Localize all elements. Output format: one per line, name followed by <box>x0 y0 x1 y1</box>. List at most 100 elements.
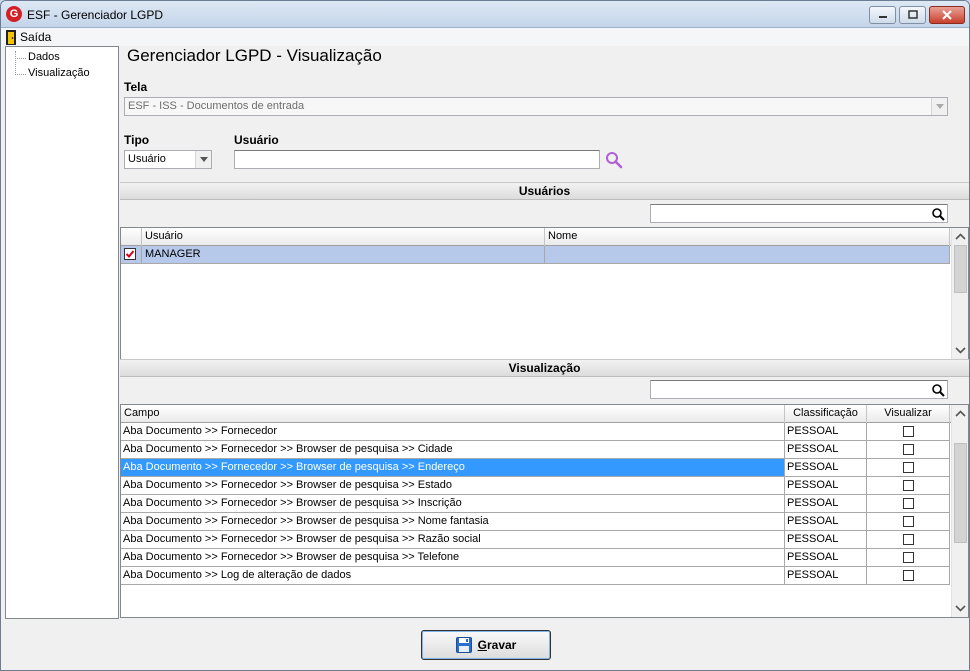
table-row[interactable]: Aba Documento >> Fornecedor PESSOAL <box>121 423 950 441</box>
visualizacao-section-header: Visualização <box>120 359 969 377</box>
usuario-label: Usuário <box>234 133 279 147</box>
checkbox-checked-icon <box>124 248 136 260</box>
checkbox-icon[interactable] <box>903 552 914 563</box>
checkbox-icon[interactable] <box>903 516 914 527</box>
cell-campo: Aba Documento >> Fornecedor >> Browser d… <box>121 495 785 512</box>
cell-classificacao: PESSOAL <box>785 423 867 440</box>
checkbox-icon[interactable] <box>903 498 914 509</box>
cell-campo: Aba Documento >> Fornecedor >> Browser d… <box>121 531 785 548</box>
cell-classificacao: PESSOAL <box>785 495 867 512</box>
table-row[interactable]: MANAGER <box>121 246 950 264</box>
checkbox-icon[interactable] <box>903 480 914 491</box>
cell-visualizar[interactable] <box>867 477 950 494</box>
cell-visualizar[interactable] <box>867 495 950 512</box>
exit-door-icon <box>6 29 16 45</box>
table-row[interactable]: Aba Documento >> Fornecedor >> Browser d… <box>121 531 950 549</box>
cell-classificacao: PESSOAL <box>785 513 867 530</box>
cell-classificacao: PESSOAL <box>785 549 867 566</box>
usuarios-grid: Usuário Nome MANAGER <box>120 227 969 360</box>
title-bar[interactable]: G ESF - Gerenciador LGPD <box>1 1 969 28</box>
cell-campo: Aba Documento >> Fornecedor >> Browser d… <box>121 549 785 566</box>
scroll-down-icon <box>955 347 966 354</box>
tela-select[interactable]: ESF - ISS - Documentos de entrada <box>124 97 948 116</box>
floppy-disk-icon <box>455 637 472 653</box>
table-row[interactable]: Aba Documento >> Log de alteração de dad… <box>121 567 950 585</box>
cell-campo: Aba Documento >> Fornecedor >> Browser d… <box>121 441 785 458</box>
menu-bar: Saída <box>1 28 969 46</box>
restore-icon <box>907 10 918 19</box>
tree-item-dados[interactable]: Dados <box>28 51 60 63</box>
cell-classificacao: PESSOAL <box>785 567 867 584</box>
cell-usuario: MANAGER <box>142 246 545 263</box>
table-row[interactable]: Aba Documento >> Fornecedor >> Browser d… <box>121 495 950 513</box>
menu-exit-label: Saída <box>20 30 52 44</box>
cell-visualizar[interactable] <box>867 441 950 458</box>
cell-classificacao: PESSOAL <box>785 459 867 476</box>
window-title: ESF - Gerenciador LGPD <box>27 8 164 22</box>
usuario-search-button[interactable] <box>604 151 624 169</box>
cell-visualizar[interactable] <box>867 423 950 440</box>
cell-visualizar[interactable] <box>867 459 950 476</box>
tree-line <box>15 51 16 75</box>
tree-branch <box>15 58 26 59</box>
header-visualizar[interactable]: Visualizar <box>867 405 950 423</box>
close-icon <box>942 10 952 20</box>
save-button-label: Gravar <box>478 638 517 652</box>
scroll-up-icon <box>955 410 966 417</box>
visualizacao-grid: Campo Classificação Visualizar Aba Docum… <box>120 404 969 618</box>
cell-nome <box>545 246 950 263</box>
table-row[interactable]: Aba Documento >> Fornecedor >> Browser d… <box>121 477 950 495</box>
minimize-icon <box>878 16 887 18</box>
scroll-up-icon <box>955 233 966 240</box>
header-indicator <box>121 228 142 246</box>
app-logo-icon: G <box>6 6 22 22</box>
scroll-down-icon <box>955 605 966 612</box>
scroll-thumb[interactable] <box>954 443 967 543</box>
tipo-label: Tipo <box>124 133 150 147</box>
magnifier-icon <box>606 152 623 169</box>
header-campo[interactable]: Campo <box>121 405 785 423</box>
cell-campo: Aba Documento >> Fornecedor <box>121 423 785 440</box>
table-row[interactable]: Aba Documento >> Fornecedor >> Browser d… <box>121 513 950 531</box>
checkbox-icon[interactable] <box>903 570 914 581</box>
cell-classificacao: PESSOAL <box>785 477 867 494</box>
cell-visualizar[interactable] <box>867 549 950 566</box>
page-title: Gerenciador LGPD - Visualização <box>127 46 382 65</box>
checkbox-icon[interactable] <box>903 426 914 437</box>
tela-select-value: ESF - ISS - Documentos de entrada <box>128 100 305 112</box>
header-usuario[interactable]: Usuário <box>142 228 545 246</box>
table-row[interactable]: Aba Documento >> Fornecedor >> Browser d… <box>121 549 950 567</box>
app-window: G ESF - Gerenciador LGPD Saída Dados Vis… <box>0 0 970 671</box>
navigation-tree: Dados Visualização <box>5 46 119 619</box>
cell-visualizar[interactable] <box>867 513 950 530</box>
cell-classificacao: PESSOAL <box>785 531 867 548</box>
minimize-button[interactable] <box>869 6 896 24</box>
menu-exit[interactable]: Saída <box>5 29 51 45</box>
chevron-down-icon <box>931 98 947 115</box>
cell-visualizar[interactable] <box>867 567 950 584</box>
save-accesskey: G <box>477 638 487 652</box>
checkbox-icon[interactable] <box>903 534 914 545</box>
usuarios-scrollbar[interactable] <box>951 228 968 359</box>
usuarios-filter-input[interactable] <box>650 204 948 223</box>
cell-visualizar[interactable] <box>867 531 950 548</box>
checkbox-icon[interactable] <box>903 444 914 455</box>
checkbox-icon[interactable] <box>903 462 914 473</box>
visualizacao-grid-header: Campo Classificação Visualizar <box>121 405 951 423</box>
header-nome[interactable]: Nome <box>545 228 950 246</box>
visualizacao-filter-input[interactable] <box>650 380 948 399</box>
header-classificacao[interactable]: Classificação <box>785 405 867 423</box>
table-row[interactable]: Aba Documento >> Fornecedor >> Browser d… <box>121 459 950 477</box>
maximize-button[interactable] <box>899 6 926 24</box>
tree-branch <box>15 74 26 75</box>
tree-item-visualizacao[interactable]: Visualização <box>28 67 90 79</box>
scroll-thumb[interactable] <box>954 245 967 293</box>
visualizacao-scrollbar[interactable] <box>951 405 968 617</box>
row-checkbox-cell[interactable] <box>121 246 142 263</box>
save-button[interactable]: Gravar <box>421 630 551 660</box>
close-button[interactable] <box>929 6 965 24</box>
tipo-select[interactable]: Usuário <box>124 150 212 169</box>
usuario-input[interactable] <box>234 150 600 169</box>
table-row[interactable]: Aba Documento >> Fornecedor >> Browser d… <box>121 441 950 459</box>
tipo-select-value: Usuário <box>128 153 166 165</box>
